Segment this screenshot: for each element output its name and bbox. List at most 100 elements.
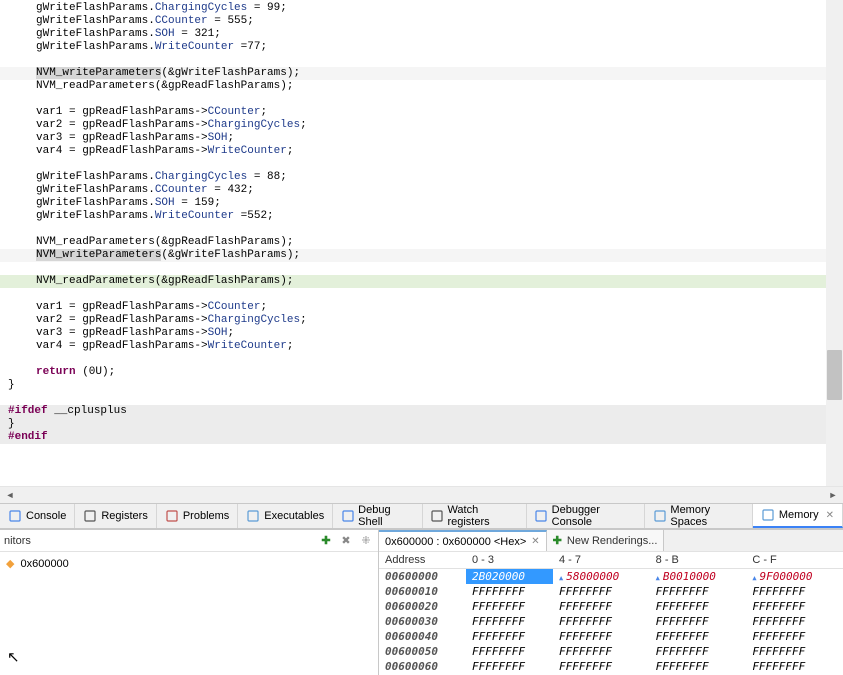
memory-cell[interactable]: FFFFFFFF — [746, 629, 843, 644]
memory-cell[interactable]: FFFFFFFF — [746, 659, 843, 674]
memory-cell[interactable]: FFFFFFFF — [466, 659, 553, 674]
executables-icon — [246, 509, 260, 523]
memory-cell[interactable]: FFFFFFFF — [746, 614, 843, 629]
memory-row[interactable]: 00600020FFFFFFFFFFFFFFFFFFFFFFFFFFFFFFFF — [379, 599, 843, 614]
memory-cell[interactable]: ▲9F000000 — [746, 569, 843, 585]
vertical-scrollbar[interactable] — [826, 0, 843, 486]
memory-cell[interactable]: FFFFFFFF — [746, 644, 843, 659]
tab-memory[interactable]: Memory✕ — [753, 504, 843, 528]
code-line[interactable]: NVM_writeParameters(&gWriteFlashParams); — [0, 249, 843, 262]
memory-cell[interactable]: FFFFFFFF — [650, 659, 747, 674]
code-line[interactable]: var1 = gpReadFlashParams->CCounter; — [0, 301, 843, 314]
code-line[interactable]: var2 = gpReadFlashParams->ChargingCycles… — [0, 314, 843, 327]
code-line[interactable]: } — [0, 418, 843, 431]
memory-cell[interactable]: FFFFFFFF — [553, 599, 650, 614]
code-line[interactable] — [0, 223, 843, 236]
memory-cell[interactable]: FFFFFFFF — [650, 584, 747, 599]
memory-row[interactable]: 006000002B020000▲58000000▲B0010000▲9F000… — [379, 569, 843, 585]
tab-debugger-console[interactable]: Debugger Console — [527, 504, 646, 528]
code-line[interactable]: gWriteFlashParams.ChargingCycles = 99; — [0, 2, 843, 15]
memory-column-header[interactable]: Address — [379, 552, 466, 569]
remove-monitor-icon[interactable]: ✖ — [338, 533, 354, 549]
code-editor[interactable]: gWriteFlashParams.ChargingCycles = 99;gW… — [0, 0, 843, 486]
code-line[interactable] — [0, 392, 843, 405]
memory-cell[interactable]: FFFFFFFF — [650, 644, 747, 659]
memory-cell[interactable]: 2B020000 — [466, 569, 553, 585]
tab-debug-shell[interactable]: Debug Shell — [333, 504, 422, 528]
code-line[interactable]: NVM_writeParameters(&gWriteFlashParams); — [0, 67, 843, 80]
memory-row[interactable]: 00600030FFFFFFFFFFFFFFFFFFFFFFFFFFFFFFFF — [379, 614, 843, 629]
code-line[interactable] — [0, 93, 843, 106]
close-icon[interactable]: ✕ — [826, 510, 834, 521]
code-line[interactable]: gWriteFlashParams.SOH = 159; — [0, 197, 843, 210]
code-line[interactable]: var4 = gpReadFlashParams->WriteCounter; — [0, 340, 843, 353]
code-line[interactable]: gWriteFlashParams.ChargingCycles = 88; — [0, 171, 843, 184]
code-line[interactable]: gWriteFlashParams.WriteCounter =77; — [0, 41, 843, 54]
memory-cell[interactable]: FFFFFFFF — [553, 584, 650, 599]
new-rendering-tab[interactable]: ✚ New Renderings... — [547, 530, 665, 551]
memory-row[interactable]: 00600060FFFFFFFFFFFFFFFFFFFFFFFFFFFFFFFF — [379, 659, 843, 674]
code-line[interactable]: var4 = gpReadFlashParams->WriteCounter; — [0, 145, 843, 158]
memory-cell[interactable]: ▲B0010000 — [650, 569, 747, 585]
memory-cell[interactable]: FFFFFFFF — [650, 629, 747, 644]
memory-column-header[interactable]: 8 - B — [650, 552, 747, 569]
memory-row[interactable]: 00600010FFFFFFFFFFFFFFFFFFFFFFFFFFFFFFFF — [379, 584, 843, 599]
code-line[interactable]: var3 = gpReadFlashParams->SOH; — [0, 327, 843, 340]
horizontal-scrollbar[interactable]: ◄ ► — [0, 486, 843, 503]
tab-watch-registers[interactable]: Watch registers — [423, 504, 527, 528]
code-line[interactable]: gWriteFlashParams.CCounter = 432; — [0, 184, 843, 197]
code-line[interactable]: gWriteFlashParams.SOH = 321; — [0, 28, 843, 41]
close-icon[interactable]: ✕ — [531, 536, 539, 547]
memory-cell[interactable]: FFFFFFFF — [466, 584, 553, 599]
code-line[interactable]: gWriteFlashParams.WriteCounter =552; — [0, 210, 843, 223]
code-line[interactable]: NVM_readParameters(&gpReadFlashParams); — [0, 275, 843, 288]
memory-column-header[interactable]: 4 - 7 — [553, 552, 650, 569]
memory-cell[interactable]: FFFFFFFF — [746, 584, 843, 599]
memory-cell[interactable]: FFFFFFFF — [746, 599, 843, 614]
memory-cell[interactable]: FFFFFFFF — [553, 644, 650, 659]
monitor-item[interactable]: ◆0x600000 — [4, 556, 374, 571]
memory-cell[interactable]: FFFFFFFF — [553, 614, 650, 629]
code-line[interactable]: gWriteFlashParams.CCounter = 555; — [0, 15, 843, 28]
memory-cell[interactable]: FFFFFFFF — [466, 614, 553, 629]
code-line[interactable]: #endif — [0, 431, 843, 444]
scrollbar-thumb[interactable] — [827, 350, 842, 400]
tab-problems[interactable]: Problems — [157, 504, 238, 528]
memory-row[interactable]: 00600050FFFFFFFFFFFFFFFFFFFFFFFFFFFFFFFF — [379, 644, 843, 659]
code-line[interactable]: #ifdef __cplusplus — [0, 405, 843, 418]
memory-cell[interactable]: ▲58000000 — [553, 569, 650, 585]
memory-cell[interactable]: FFFFFFFF — [466, 599, 553, 614]
code-line[interactable]: } — [0, 379, 843, 392]
memory-cell[interactable]: FFFFFFFF — [650, 614, 747, 629]
memory-cell[interactable]: FFFFFFFF — [466, 629, 553, 644]
scroll-right-icon[interactable]: ► — [827, 490, 839, 500]
code-line[interactable] — [0, 262, 843, 275]
tab-console[interactable]: Console — [0, 504, 75, 528]
scroll-left-icon[interactable]: ◄ — [4, 490, 16, 500]
hex-rendering-tab[interactable]: 0x600000 : 0x600000 <Hex> ✕ — [379, 530, 547, 551]
tab-registers[interactable]: Registers — [75, 504, 156, 528]
memory-column-header[interactable]: 0 - 3 — [466, 552, 553, 569]
code-line[interactable]: var3 = gpReadFlashParams->SOH; — [0, 132, 843, 145]
code-line[interactable] — [0, 54, 843, 67]
memory-column-header[interactable]: C - F — [746, 552, 843, 569]
memory-cell[interactable]: FFFFFFFF — [553, 659, 650, 674]
add-monitor-icon[interactable]: ✚ — [318, 533, 334, 549]
code-line[interactable]: NVM_readParameters(&gpReadFlashParams); — [0, 236, 843, 249]
memory-table[interactable]: Address0 - 34 - 78 - BC - F 006000002B02… — [379, 552, 843, 674]
memory-cell[interactable]: FFFFFFFF — [553, 629, 650, 644]
memory-cell[interactable]: FFFFFFFF — [650, 599, 747, 614]
code-line[interactable]: var1 = gpReadFlashParams->CCounter; — [0, 106, 843, 119]
tab-executables[interactable]: Executables — [238, 504, 333, 528]
code-line[interactable] — [0, 288, 843, 301]
code-line[interactable]: var2 = gpReadFlashParams->ChargingCycles… — [0, 119, 843, 132]
memory-cell[interactable]: FFFFFFFF — [466, 644, 553, 659]
code-line[interactable] — [0, 158, 843, 171]
remove-all-monitors-icon[interactable]: ⁜ — [358, 533, 374, 549]
tab-memory-spaces[interactable]: Memory Spaces — [645, 504, 752, 528]
memory-row[interactable]: 00600040FFFFFFFFFFFFFFFFFFFFFFFFFFFFFFFF — [379, 629, 843, 644]
code-line[interactable]: return (0U); — [0, 366, 843, 379]
code-line[interactable] — [0, 353, 843, 366]
code-line[interactable]: NVM_readParameters(&gpReadFlashParams); — [0, 80, 843, 93]
code-line[interactable] — [0, 444, 843, 457]
